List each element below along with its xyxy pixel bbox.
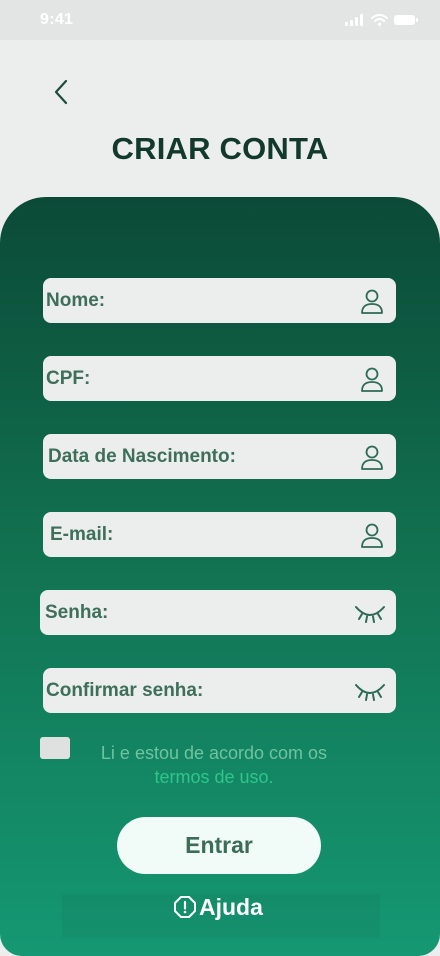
wifi-icon bbox=[371, 14, 388, 26]
email-field-label: E-mail: bbox=[50, 523, 114, 545]
user-icon bbox=[360, 444, 384, 470]
chevron-left-icon bbox=[54, 79, 68, 105]
confirm-password-field-label: Confirmar senha: bbox=[46, 679, 204, 701]
eye-closed-icon[interactable] bbox=[354, 681, 386, 701]
enter-button[interactable]: Entrar bbox=[117, 817, 321, 874]
eye-closed-icon[interactable] bbox=[354, 603, 386, 623]
name-field-label: Nome: bbox=[46, 289, 106, 311]
battery-icon bbox=[394, 15, 418, 25]
cpf-field-label: CPF: bbox=[46, 367, 91, 389]
cpf-field[interactable]: CPF: bbox=[43, 356, 396, 401]
page-title: CRIAR CONTA bbox=[111, 131, 329, 166]
user-icon bbox=[360, 288, 384, 314]
terms-agreement: Li e estou de acordo com os termos de us… bbox=[74, 741, 354, 789]
confirm-password-field[interactable]: Confirmar senha: bbox=[43, 668, 396, 713]
name-field[interactable]: Nome: bbox=[43, 278, 396, 323]
status-icons bbox=[345, 14, 418, 26]
terms-checkbox[interactable] bbox=[40, 737, 70, 759]
password-field[interactable]: Senha: bbox=[40, 590, 396, 635]
back-button[interactable] bbox=[44, 74, 78, 110]
alert-octagon-icon bbox=[174, 896, 196, 918]
email-field[interactable]: E-mail: bbox=[43, 512, 396, 557]
user-icon bbox=[360, 366, 384, 392]
birthdate-field-label: Data de Nascimento: bbox=[48, 445, 236, 467]
terms-text: Li e estou de acordo com os bbox=[100, 743, 328, 763]
help-button[interactable]: Ajuda bbox=[173, 892, 263, 922]
signal-icon bbox=[345, 14, 363, 26]
status-time: 9:41 bbox=[40, 11, 74, 28]
password-field-label: Senha: bbox=[45, 601, 109, 623]
status-bar: 9:41 bbox=[0, 0, 440, 40]
help-label: Ajuda bbox=[199, 893, 263, 920]
terms-link[interactable]: termos de uso. bbox=[74, 765, 354, 789]
user-icon bbox=[360, 522, 384, 548]
birthdate-field[interactable]: Data de Nascimento: bbox=[43, 434, 396, 479]
